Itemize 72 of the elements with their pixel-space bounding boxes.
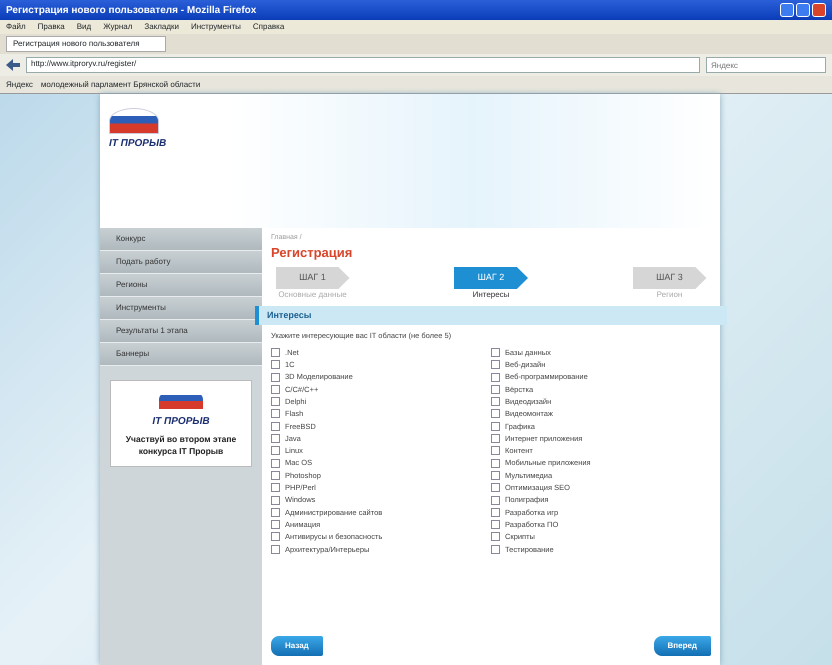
sidebar-item[interactable]: Регионы <box>100 274 262 297</box>
menu-item[interactable]: Журнал <box>103 21 132 33</box>
checkbox[interactable] <box>491 409 500 418</box>
checkbox[interactable] <box>491 397 500 406</box>
menu-item[interactable]: Справка <box>252 21 284 33</box>
checkbox[interactable] <box>491 384 500 394</box>
step-caption: Интересы <box>472 289 510 301</box>
menu-item[interactable]: Инструменты <box>191 21 241 33</box>
checkbox[interactable] <box>491 470 500 480</box>
checkbox[interactable] <box>491 544 500 554</box>
search-field[interactable]: Яндекс <box>706 57 826 73</box>
checkbox[interactable] <box>271 544 280 554</box>
step-tab[interactable]: ШАГ 2 <box>454 267 528 289</box>
checkbox[interactable] <box>271 360 280 370</box>
checkbox[interactable] <box>271 434 280 444</box>
checkbox[interactable] <box>491 458 500 468</box>
checkbox[interactable] <box>271 532 280 542</box>
sidebar-item[interactable]: Конкурс <box>100 228 262 251</box>
minimize-icon[interactable] <box>780 3 794 17</box>
browser-tab[interactable]: Регистрация нового пользователя <box>6 36 166 52</box>
step-caption: Основные данные <box>278 289 347 301</box>
bookmark-link[interactable]: Яндекс <box>6 78 33 90</box>
back-arrow-icon[interactable] <box>6 59 20 71</box>
checkbox[interactable] <box>271 520 280 530</box>
sidebar-item[interactable]: Баннеры <box>100 343 262 366</box>
checkbox[interactable] <box>491 483 500 492</box>
step-tab[interactable]: ШАГ 3 <box>632 267 706 289</box>
menu-item[interactable]: Вид <box>76 21 92 33</box>
checkbox[interactable] <box>491 520 500 530</box>
checkbox[interactable] <box>491 532 500 542</box>
logo-text: IT ПРОРЫВ <box>151 414 211 428</box>
checkbox[interactable] <box>271 397 280 406</box>
logo-text: IT ПРОРЫВ <box>109 136 166 151</box>
checkbox[interactable] <box>271 372 280 382</box>
checkbox[interactable] <box>491 422 500 431</box>
checkbox[interactable] <box>271 348 280 357</box>
checkbox[interactable] <box>271 422 280 431</box>
checkbox[interactable] <box>491 496 500 504</box>
step-tab[interactable]: ШАГ 1 <box>276 267 350 289</box>
checkbox[interactable] <box>271 384 280 394</box>
checkbox[interactable] <box>271 496 280 504</box>
close-icon[interactable] <box>812 3 826 17</box>
checkbox[interactable] <box>491 360 500 370</box>
checkbox[interactable] <box>271 458 280 468</box>
checkbox[interactable] <box>271 409 280 418</box>
flag-swoosh-icon <box>109 108 159 134</box>
checkbox[interactable] <box>491 434 500 444</box>
menu-item[interactable]: Закладки <box>144 21 180 33</box>
menu-item[interactable]: Файл <box>6 21 26 33</box>
checkbox[interactable] <box>271 508 280 517</box>
window-title: Регистрация нового пользователя - Mozilla Firefox <box>6 4 256 18</box>
checkbox[interactable] <box>491 348 500 357</box>
sidebar-item[interactable]: Результаты 1 этапа <box>100 320 262 343</box>
section-header: Интересы <box>255 306 727 325</box>
checkbox[interactable] <box>271 470 280 480</box>
checkbox[interactable] <box>491 372 500 382</box>
bookmark-link[interactable]: молодежный парламент Брянской области <box>40 78 200 90</box>
banner-text: Участвуй во втором этапе конкурса IT Прорыв <box>124 432 238 458</box>
step-caption: Регион <box>656 289 682 301</box>
checkbox[interactable] <box>491 508 500 517</box>
sidebar-item[interactable]: Подать работу <box>100 251 262 274</box>
back-button[interactable]: Назад <box>271 636 323 656</box>
sidebar-item[interactable]: Инструменты <box>100 297 262 320</box>
page-heading: Регистрация <box>271 244 354 262</box>
address-field[interactable]: http://www.itproryv.ru/register/ <box>26 57 700 73</box>
maximize-icon[interactable] <box>796 3 810 17</box>
checkbox[interactable] <box>271 446 280 456</box>
checkbox[interactable] <box>271 483 280 492</box>
menu-item[interactable]: Правка <box>38 21 65 33</box>
promo-banner[interactable]: IT ПРОРЫВ Участвуй во втором этапе конкурса IT Прорыв <box>110 380 252 467</box>
checkbox[interactable] <box>491 446 500 456</box>
next-button[interactable]: Вперед <box>654 636 711 656</box>
